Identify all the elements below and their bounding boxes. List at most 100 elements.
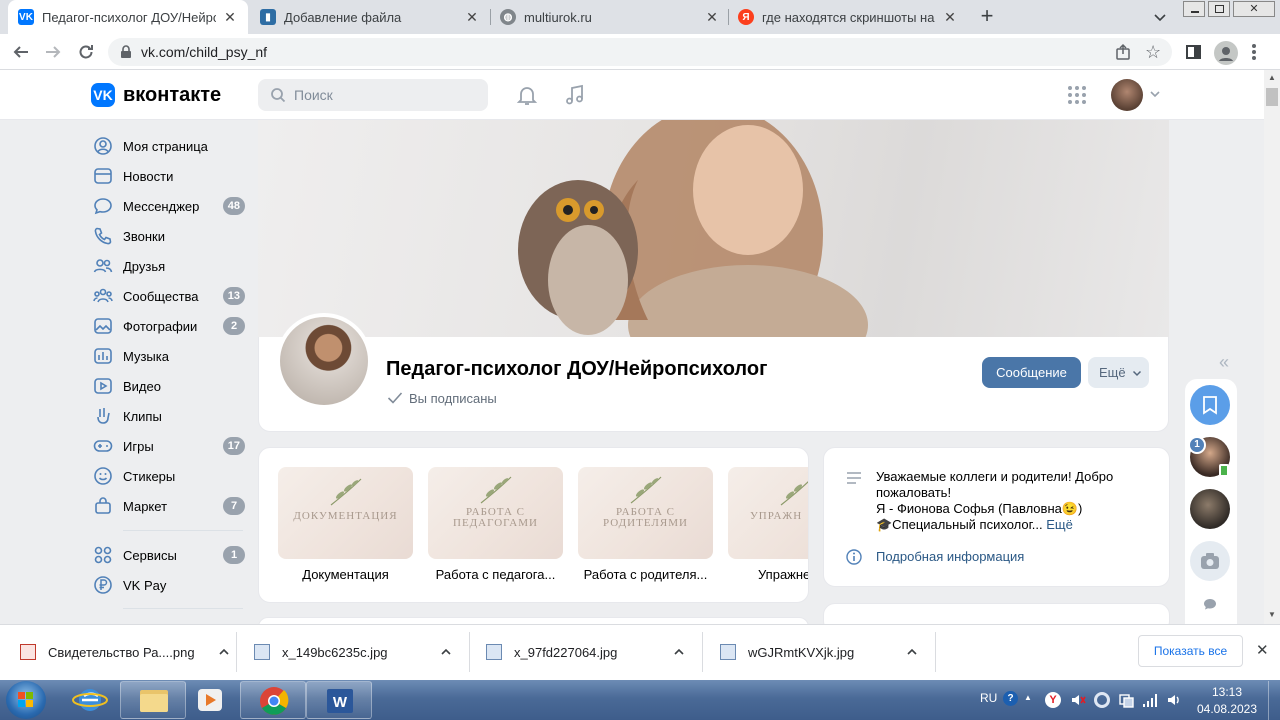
sidebar-item-market[interactable]: Маркет 7 [93,492,253,520]
tab-yandex[interactable]: Я где находятся скриншоты на ко ✕ [728,0,968,34]
collapse-rail-button[interactable]: « [1219,353,1229,371]
network-tray-icon[interactable] [1118,692,1134,708]
taskbar-word-button[interactable]: W [306,681,372,719]
close-downloads-icon[interactable]: ✕ [1256,643,1269,658]
show-desktop-button[interactable] [1268,681,1280,720]
window-close-button[interactable]: ✕ [1233,1,1275,17]
scroll-down-icon[interactable]: ▼ [1268,610,1276,619]
tab-add-file[interactable]: ▮ Добавление файла ✕ [250,0,490,34]
show-more-link[interactable]: Ещё [1046,517,1073,532]
bell-icon[interactable] [516,84,538,106]
media-player-icon[interactable] [190,684,230,716]
subscribed-status[interactable]: Вы подписаны [409,391,497,406]
chat-avatar[interactable] [1190,489,1230,529]
sidebar-item-communities[interactable]: Сообщества 13 [93,282,253,310]
chat-bubble-icon[interactable] [1203,598,1217,612]
sidebar-divider [123,608,243,609]
close-tab-icon[interactable]: ✕ [222,9,238,25]
download-item[interactable]: wGJRmtKVXjk.jpg [720,624,918,680]
sidebar-item-my-page[interactable]: Моя страница [93,132,253,160]
scrollbar[interactable] [1264,70,1280,624]
music-note-icon[interactable] [564,84,586,106]
sidebar-item-news[interactable]: Новости [93,162,253,190]
tab-multiurok[interactable]: ◍ multiurok.ru ✕ [490,0,730,34]
signal-bars-icon[interactable] [1142,692,1158,708]
sidebar-item-calls[interactable]: Звонки [93,222,253,250]
update-tray-icon[interactable] [1094,692,1110,708]
internet-explorer-icon[interactable] [68,684,112,716]
close-tab-icon[interactable]: ✕ [464,9,480,25]
forward-arrow-icon[interactable] [44,43,62,61]
taskbar-chrome-button[interactable] [240,681,306,719]
community-avatar[interactable] [276,313,372,409]
sidebar-item-photos[interactable]: Фотографии 2 [93,312,253,340]
tray-expand-icon[interactable]: ▲ [1024,693,1032,702]
restore-button[interactable] [1208,1,1230,17]
taskbar-explorer-button[interactable] [120,681,186,719]
download-item[interactable]: x_97fd227064.jpg [486,624,685,680]
profile-icon[interactable] [1214,41,1238,65]
chevron-up-icon[interactable] [218,646,230,658]
menu-dots-icon[interactable] [1252,43,1256,61]
chevron-up-icon[interactable] [440,646,452,658]
album-caption[interactable]: Работа с родителя... [578,567,713,582]
vk-logo-icon[interactable]: VK [91,83,115,107]
album-cover[interactable]: УПРАЖН [728,467,808,559]
album-cover[interactable]: ДОКУМЕНТАЦИЯ [278,467,413,559]
chevron-up-icon[interactable] [906,646,918,658]
album-caption[interactable]: Работа с педагога... [428,567,563,582]
chevron-up-icon[interactable] [673,646,685,658]
url-text[interactable]: vk.com/child_psy_nf [141,44,267,60]
close-tab-icon[interactable]: ✕ [704,9,720,25]
show-all-downloads-button[interactable]: Показать все [1138,635,1243,667]
sidebar-item-music[interactable]: Музыка [93,342,253,370]
tab-title: multiurok.ru [524,9,592,25]
yandex-tray-icon[interactable]: Y [1045,692,1061,708]
lock-icon[interactable] [120,45,132,59]
album-cover[interactable]: РАБОТА С РОДИТЕЛЯМИ [578,467,713,559]
tab-vk[interactable]: VK Педагог-психолог ДОУ/Нейропс ✕ [8,0,248,34]
album-caption[interactable]: Документация [278,567,413,582]
camera-button[interactable] [1190,541,1230,581]
sidebar-item-messenger[interactable]: Мессенджер 48 [93,192,253,220]
new-tab-button[interactable]: + [976,5,998,28]
sidebar-item-clips[interactable]: Клипы [93,402,253,430]
side-panel-icon[interactable] [1186,45,1201,59]
album-cover[interactable]: РАБОТА С ПЕДАГОГАМИ [428,467,563,559]
tab-search-chevron-icon[interactable] [1152,9,1168,25]
speaker-icon[interactable] [1166,692,1182,708]
user-avatar[interactable] [1111,79,1143,111]
volume-icon[interactable] [1070,692,1086,708]
bookmark-star-icon[interactable]: ☆ [1145,43,1161,61]
album-caption[interactable]: Упражне [728,567,808,582]
close-tab-icon[interactable]: ✕ [942,9,958,25]
message-button[interactable]: Сообщение [982,357,1081,388]
sidebar-item-games[interactable]: Игры 17 [93,432,253,460]
more-button[interactable]: Ещё [1088,357,1149,388]
apps-grid-icon[interactable] [1067,85,1087,105]
reload-icon[interactable] [77,43,95,61]
bookmark-button[interactable] [1190,385,1230,425]
sidebar-item-stickers[interactable]: Стикеры [93,462,253,490]
start-button[interactable] [6,681,46,719]
sidebar-item-services[interactable]: Сервисы 1 [93,541,253,569]
language-indicator[interactable]: RU [980,691,997,705]
clock-date[interactable]: 04.08.2023 [1196,702,1258,716]
vk-logo-text[interactable]: вконтакте [123,83,221,107]
sidebar-item-video[interactable]: Видео [93,372,253,400]
download-item[interactable]: x_149bc6235c.jpg [254,624,452,680]
back-arrow-icon[interactable] [12,43,30,61]
help-icon[interactable]: ? [1003,691,1018,706]
sidebar-item-friends[interactable]: Друзья [93,252,253,280]
minimize-button[interactable] [1183,1,1205,17]
scrollbar-thumb[interactable] [1266,88,1278,106]
scroll-up-icon[interactable]: ▲ [1268,73,1276,82]
clock-time[interactable]: 13:13 [1196,685,1258,699]
sidebar-item-vk-pay[interactable]: VK Pay [93,571,253,599]
address-bar[interactable] [108,38,1172,66]
search-input[interactable] [258,79,488,111]
chevron-down-icon[interactable] [1149,88,1161,100]
download-item[interactable]: Свидетельство Ра....png [20,624,230,680]
share-icon[interactable] [1114,43,1132,61]
details-link[interactable]: Подробная информация [876,549,1024,564]
